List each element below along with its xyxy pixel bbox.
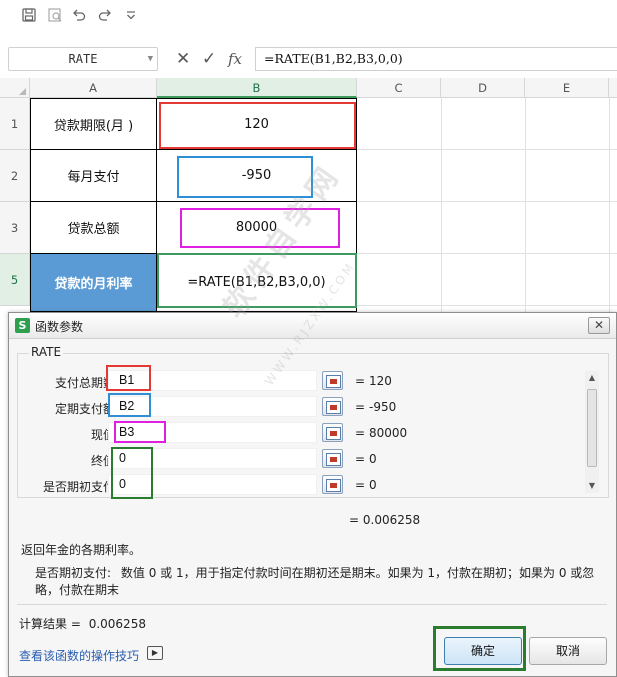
arg-input-pv[interactable]: B3 <box>108 422 317 443</box>
cell-a1-text: 贷款期限(月 ) <box>53 118 134 134</box>
arg-label-fv: 终值 <box>90 454 115 468</box>
cell-a5-text: 贷款的月利率 <box>54 277 133 292</box>
formula-bar: RATE ▼ ✕ ✓ fx =RATE(B1,B2,B3,0,0) <box>0 44 617 76</box>
arg-result-pmt: -950 <box>369 400 397 414</box>
customize-toolbar-icon[interactable] <box>122 7 140 25</box>
name-box-value: RATE <box>68 52 98 66</box>
cell-b3-text: 80000 <box>235 220 278 235</box>
cell-reference-icon[interactable] <box>322 423 343 442</box>
cell-b2[interactable]: -950 <box>157 150 357 202</box>
scrollbar-thumb[interactable] <box>587 389 597 467</box>
select-all-corner[interactable] <box>0 78 30 98</box>
gridline <box>357 305 617 306</box>
dialog-title: 函数参数 <box>35 320 84 334</box>
gridline <box>357 253 617 254</box>
undo-icon[interactable] <box>70 7 88 25</box>
divider <box>17 604 607 605</box>
function-arguments-dialog: S 函数参数 ✕ RATE 支付总期数 B1 = 120 定期支付额 B2 = … <box>8 312 617 677</box>
video-tutorial-icon[interactable]: ▶ <box>147 646 163 660</box>
scroll-up-icon[interactable]: ▲ <box>585 373 599 382</box>
equals-sign: = <box>355 374 366 388</box>
column-header-d[interactable]: D <box>441 78 525 98</box>
gridline <box>357 201 617 202</box>
parameter-description-label: 是否期初支付: <box>35 566 112 580</box>
insert-function-icon[interactable]: fx <box>228 50 242 68</box>
arg-input-type[interactable]: 0 <box>108 474 317 495</box>
arg-result-type: 0 <box>369 478 377 492</box>
dialog-title-bar[interactable]: S 函数参数 ✕ <box>9 313 616 339</box>
calculation-result-value: 0.006258 <box>88 617 146 631</box>
save-icon[interactable] <box>20 7 38 25</box>
row-header-5[interactable]: 5 <box>0 254 30 306</box>
row-header-3[interactable]: 3 <box>0 202 30 254</box>
cell-b5[interactable]: =RATE(B1,B2,B3,0,0) <box>157 254 357 312</box>
close-icon[interactable]: ✕ <box>588 317 610 334</box>
column-header-e[interactable]: E <box>525 78 609 98</box>
print-preview-icon[interactable] <box>46 7 64 25</box>
ok-button[interactable]: 确定 <box>444 637 522 665</box>
cell-b3[interactable]: 80000 <box>157 202 357 254</box>
arg-result-nper: 120 <box>369 374 392 388</box>
row-header-1[interactable]: 1 <box>0 98 30 150</box>
app-logo-icon: S <box>15 318 30 333</box>
cell-b5-text: =RATE(B1,B2,B3,0,0) <box>187 275 326 290</box>
formula-input[interactable]: =RATE(B1,B2,B3,0,0) <box>255 47 617 71</box>
function-name-label: RATE <box>29 345 64 359</box>
arg-label-pmt: 定期支付额 <box>54 402 115 416</box>
equals-sign: = <box>355 452 366 466</box>
gridline <box>525 98 526 312</box>
cell-b1-text: 120 <box>244 116 269 132</box>
cell-a3-text: 贷款总额 <box>67 222 120 237</box>
gridline <box>441 98 442 312</box>
parameter-description: 是否期初支付: 数值 0 或 1，用于指定付款时间在期初还是期末。如果为 1，付… <box>35 565 605 599</box>
equals-sign: = <box>355 400 366 414</box>
arg-label-nper: 支付总期数 <box>54 376 115 390</box>
arg-result-pv: 80000 <box>369 426 408 440</box>
cell-a2[interactable]: 每月支付 <box>30 150 157 202</box>
gridline <box>357 149 617 150</box>
calculation-result-label: 计算结果 = <box>19 617 81 631</box>
cell-reference-icon[interactable] <box>322 475 343 494</box>
column-header-row: A B C D E <box>0 78 617 98</box>
arg-input-nper[interactable]: B1 <box>108 370 317 391</box>
cell-reference-icon[interactable] <box>322 449 343 468</box>
quick-access-toolbar <box>0 0 617 34</box>
cell-b1[interactable]: 120 <box>157 98 357 150</box>
cancel-formula-icon[interactable]: ✕ <box>176 50 190 68</box>
equals-sign: = <box>355 478 366 492</box>
scroll-down-icon[interactable]: ▼ <box>585 481 599 490</box>
confirm-formula-icon[interactable]: ✓ <box>202 50 216 68</box>
formula-result: = 0.006258 <box>349 513 421 527</box>
cell-a2-text: 每月支付 <box>67 170 120 185</box>
arg-result-fv: 0 <box>369 452 377 466</box>
column-header-b[interactable]: B <box>157 78 357 98</box>
redo-icon[interactable] <box>96 7 114 25</box>
cancel-button[interactable]: 取消 <box>529 637 607 665</box>
spreadsheet-grid: 贷款期限(月 ) 120 每月支付 -950 贷款总额 80000 贷款的月利率… <box>30 98 617 312</box>
arg-label-pv: 现值 <box>90 428 115 442</box>
name-box[interactable]: RATE ▼ <box>8 47 158 71</box>
cell-a5[interactable]: 贷款的月利率 <box>30 254 157 312</box>
chevron-down-icon[interactable]: ▼ <box>148 48 153 70</box>
row-header-2[interactable]: 2 <box>0 150 30 202</box>
arguments-scrollbar[interactable]: ▲ ▼ <box>585 371 599 493</box>
cell-a1[interactable]: 贷款期限(月 ) <box>30 98 157 150</box>
column-header-c[interactable]: C <box>357 78 441 98</box>
arg-label-type: 是否期初支付 <box>42 480 115 494</box>
arg-input-pmt[interactable]: B2 <box>108 396 317 417</box>
function-description: 返回年金的各期利率。 <box>21 543 142 557</box>
function-tips-link[interactable]: 查看该函数的操作技巧 <box>19 647 139 664</box>
cell-b2-text: -950 <box>241 168 272 183</box>
arg-input-fv[interactable]: 0 <box>108 448 317 469</box>
gridline <box>609 98 610 312</box>
parameter-description-text: 数值 0 或 1，用于指定付款时间在期初还是期末。如果为 1，付款在期初；如果为… <box>35 566 595 597</box>
cell-reference-icon[interactable] <box>322 371 343 390</box>
cell-reference-icon[interactable] <box>322 397 343 416</box>
equals-sign: = <box>355 426 366 440</box>
calculation-result: 计算结果 = 0.006258 <box>19 615 146 632</box>
cell-a3[interactable]: 贷款总额 <box>30 202 157 254</box>
column-header-a[interactable]: A <box>30 78 157 98</box>
